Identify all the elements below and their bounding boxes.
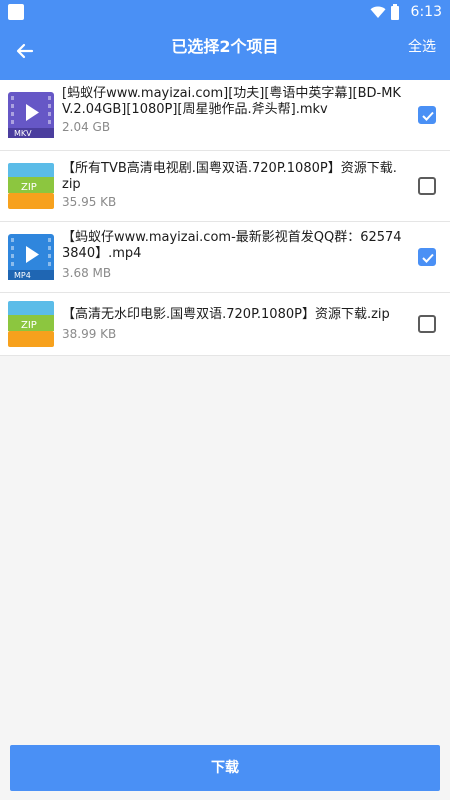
file-size: 2.04 GB — [62, 120, 111, 134]
file-name: 【蚂蚁仔www.mayizai.com-最新影视首发QQ群：625743840】… — [62, 230, 402, 261]
mp4-video-file-icon: MP4 — [8, 234, 54, 280]
file-checkbox[interactable] — [418, 315, 436, 333]
file-badge: ZIP — [21, 182, 37, 193]
mkv-video-file-icon: MKV — [8, 92, 54, 138]
page-title: 已选择2个项目 — [171, 37, 279, 56]
status-time: 6:13 — [410, 4, 442, 20]
file-size: 35.95 KB — [62, 195, 117, 209]
check-icon — [422, 111, 434, 121]
notification-icon — [8, 4, 24, 20]
status-bar: 6:13 — [0, 0, 450, 24]
file-row[interactable]: MKV [蚂蚁仔www.mayizai.com][功夫][粤语中英字幕][BD-… — [0, 80, 450, 151]
battery-icon — [391, 4, 399, 20]
app-header: 6:13 已选择2个项目 全选 — [0, 0, 450, 80]
check-icon — [422, 253, 434, 263]
file-name: 【所有TVB高清电视剧.国粤双语.720P.1080P】资源下载.zip — [62, 161, 397, 192]
file-row[interactable]: ZIP 【高清无水印电影.国粤双语.720P.1080P】资源下载.zip 38… — [0, 293, 450, 356]
file-checkbox[interactable] — [418, 106, 436, 124]
toolbar: 已选择2个项目 全选 — [0, 24, 450, 80]
file-size: 38.99 KB — [62, 327, 117, 341]
file-badge: ZIP — [21, 320, 37, 331]
file-list: MKV [蚂蚁仔www.mayizai.com][功夫][粤语中英字幕][BD-… — [0, 80, 450, 356]
file-row[interactable]: MP4 【蚂蚁仔www.mayizai.com-最新影视首发QQ群：625743… — [0, 222, 450, 293]
select-all-button[interactable]: 全选 — [408, 38, 436, 56]
download-button[interactable]: 下载 — [10, 745, 440, 791]
file-badge: MP4 — [14, 271, 31, 280]
file-badge: MKV — [14, 129, 32, 138]
file-row[interactable]: ZIP 【所有TVB高清电视剧.国粤双语.720P.1080P】资源下载.zip… — [0, 151, 450, 222]
zip-archive-icon: ZIP — [8, 163, 54, 209]
file-size: 3.68 MB — [62, 266, 112, 280]
file-checkbox[interactable] — [418, 248, 436, 266]
file-name: [蚂蚁仔www.mayizai.com][功夫][粤语中英字幕][BD-MKV.… — [62, 86, 401, 117]
zip-archive-icon: ZIP — [8, 301, 54, 347]
wifi-icon — [370, 6, 386, 18]
file-name: 【高清无水印电影.国粤双语.720P.1080P】资源下载.zip — [62, 307, 390, 322]
file-checkbox[interactable] — [418, 177, 436, 195]
